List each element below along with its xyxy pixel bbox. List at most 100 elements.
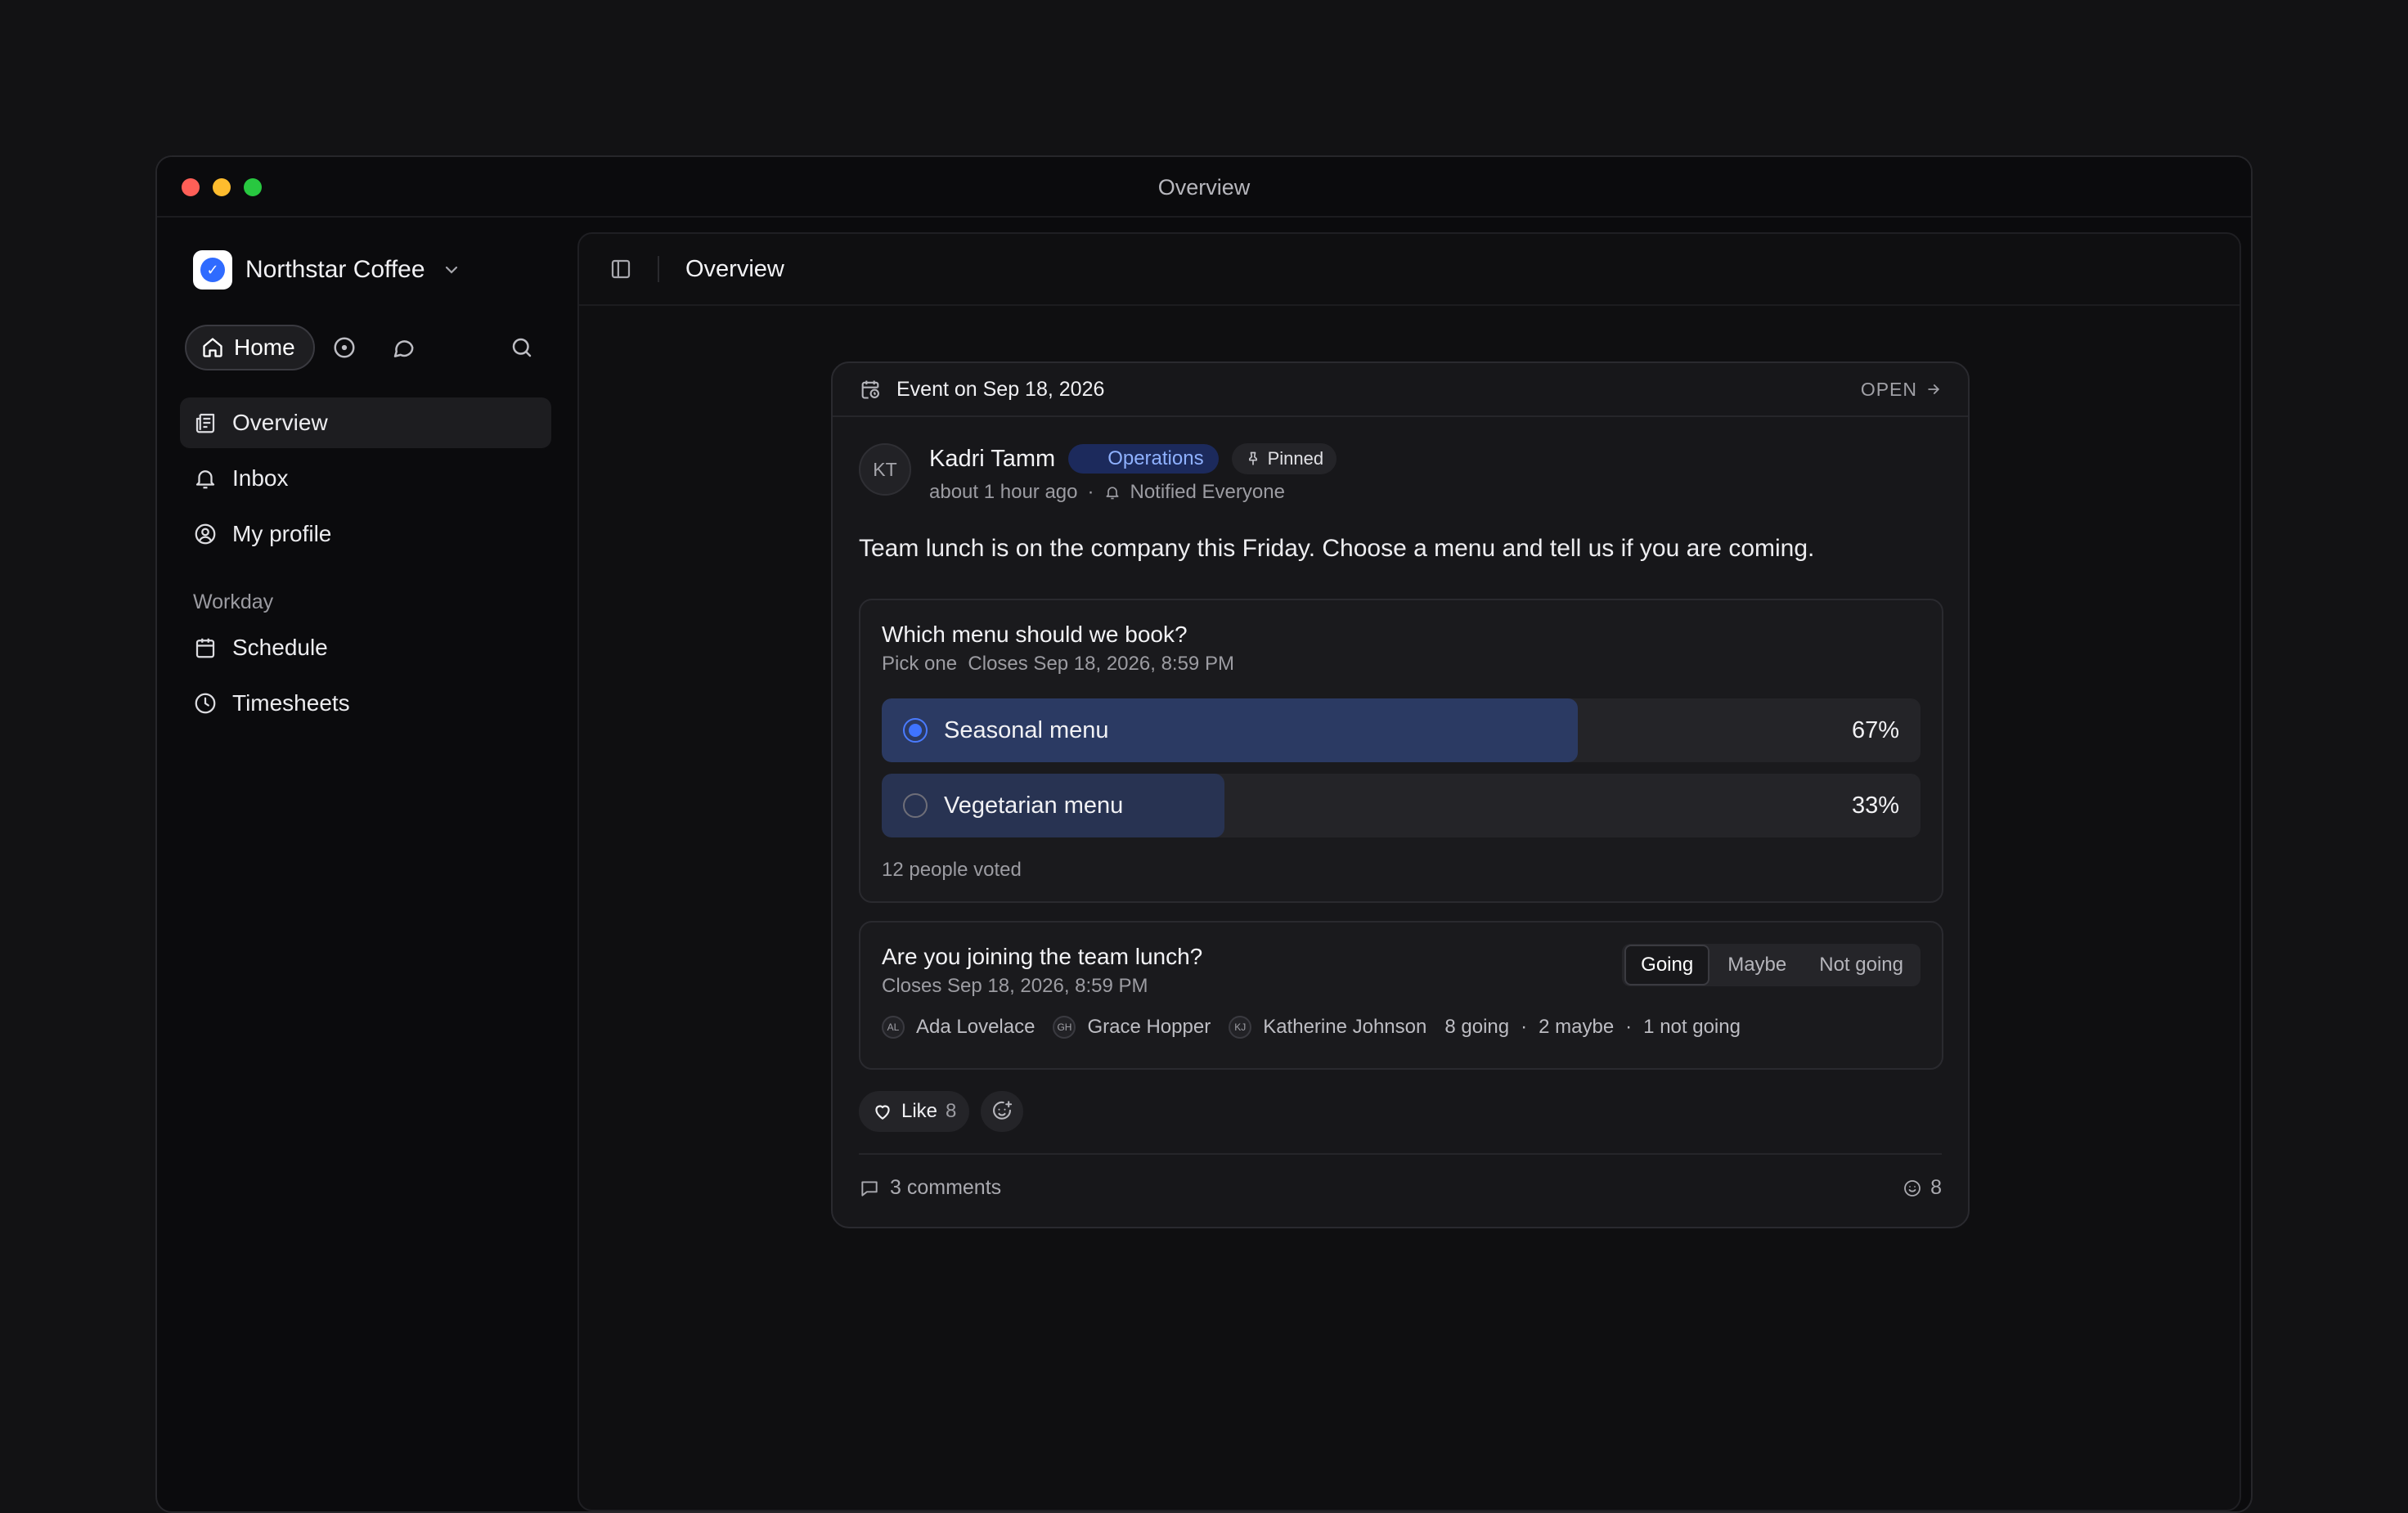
calendar-clock-icon: [861, 380, 879, 399]
author-name[interactable]: Kadri Tamm: [929, 446, 1055, 473]
going-count: 8 going: [1444, 1016, 1510, 1038]
app-window: Overview ✓ Northstar Coffee Home Overvie…: [155, 155, 2253, 1513]
sidebar-toggle-icon[interactable]: [609, 257, 633, 281]
post-actions: Like 8: [859, 1091, 1024, 1132]
chat-bubble-icon: [393, 340, 414, 357]
target-icon: [334, 337, 355, 358]
rsvp-going-button[interactable]: Going: [1624, 945, 1710, 985]
home-icon: [203, 338, 222, 357]
search-icon: [512, 338, 532, 357]
reactions-summary[interactable]: 8: [1903, 1176, 1942, 1200]
reactions-count: 8: [1930, 1176, 1942, 1199]
rsvp-maybe-button[interactable]: Maybe: [1713, 946, 1801, 984]
sidebar-item-schedule[interactable]: Schedule: [180, 622, 551, 673]
check-icon: ✓: [200, 258, 225, 282]
poll-mode: Pick one: [882, 653, 958, 675]
sidebar-item-inbox[interactable]: Inbox: [180, 453, 551, 504]
event-header: Event on Sep 18, 2026 OPEN: [833, 363, 1968, 417]
attendee-name[interactable]: Ada Lovelace: [916, 1016, 1035, 1039]
attendee-name[interactable]: Grace Hopper: [1087, 1016, 1211, 1039]
activity-button[interactable]: [315, 325, 374, 370]
attendee-name[interactable]: Katherine Johnson: [1263, 1016, 1426, 1039]
section-label-workday: Workday: [193, 590, 274, 613]
poll: Which menu should we book? Pick one Clos…: [859, 599, 1943, 903]
sidebar-item-label: Schedule: [232, 635, 328, 660]
rsvp-not-going-button[interactable]: Not going: [1804, 946, 1918, 984]
add-reaction-button[interactable]: [981, 1091, 1024, 1132]
not-going-count: 1 not going: [1643, 1016, 1741, 1038]
team-tag[interactable]: Operations: [1068, 444, 1219, 474]
poll-option-percent: 33%: [1851, 792, 1899, 819]
sidebar-item-my-profile[interactable]: My profile: [180, 509, 551, 559]
comments-count: 3 comments: [890, 1176, 1002, 1199]
sidebar: ✓ Northstar Coffee Home Overview Inbox M…: [157, 219, 574, 1511]
poll-option-vegetarian[interactable]: Vegetarian menu 33%: [882, 774, 1921, 837]
calendar-icon: [195, 638, 215, 658]
workspace-logo: ✓: [193, 250, 232, 290]
open-event-link[interactable]: OPEN: [1861, 379, 1942, 401]
pinned-badge: Pinned: [1231, 443, 1337, 474]
radio-unselected[interactable]: [903, 793, 928, 818]
workspace-name: Northstar Coffee: [245, 256, 425, 283]
post-body: Team lunch is on the company this Friday…: [859, 535, 1815, 562]
sidebar-item-label: My profile: [232, 521, 332, 546]
dot-separator: ·: [1521, 1016, 1528, 1038]
home-label: Home: [234, 334, 295, 360]
poll-option-seasonal[interactable]: Seasonal menu 67%: [882, 698, 1921, 762]
poll-subtitle: Pick one Closes Sep 18, 2026, 8:59 PM: [882, 653, 1921, 676]
event-date: Event on Sep 18, 2026: [896, 377, 1105, 401]
clock-icon: [195, 693, 216, 714]
post-author: KT Kadri Tamm Operations Pinned about 1 …: [859, 443, 1337, 504]
poll-option-label: Seasonal menu: [944, 716, 1109, 743]
sidebar-item-timesheets[interactable]: Timesheets: [180, 678, 551, 729]
notified-label: Notified Everyone: [1130, 481, 1285, 503]
home-button[interactable]: Home: [185, 325, 315, 370]
window-title: Overview: [1157, 175, 1251, 200]
like-button[interactable]: Like 8: [859, 1091, 970, 1132]
main-header: Overview: [579, 234, 2240, 306]
card-divider: [859, 1153, 1942, 1155]
bell-icon: [195, 470, 215, 489]
chevron-down-icon: [445, 266, 457, 274]
attendee-avatar: AL: [882, 1016, 905, 1039]
pin-icon: [1248, 451, 1257, 465]
post-meta: about 1 hour ago · Notified Everyone: [929, 481, 1337, 504]
title-bar: Overview: [157, 157, 2251, 218]
workspace-switcher[interactable]: ✓ Northstar Coffee: [193, 250, 461, 290]
poll-option-label: Vegetarian menu: [944, 792, 1124, 819]
sidebar-item-overview[interactable]: Overview: [180, 397, 551, 448]
attendee-list: AL Ada Lovelace GH Grace Hopper KJ Kathe…: [882, 1016, 1921, 1039]
like-count: 8: [946, 1100, 957, 1122]
dot-separator: ·: [1625, 1016, 1633, 1038]
search-button[interactable]: [492, 325, 551, 370]
pinned-label: Pinned: [1267, 448, 1324, 469]
attendee-avatar: GH: [1053, 1016, 1076, 1039]
newspaper-icon: [195, 413, 215, 433]
arrow-right-icon: [1928, 384, 1940, 394]
heart-icon: [875, 1105, 890, 1120]
time-ago: about 1 hour ago: [929, 481, 1078, 503]
sidebar-menu: Overview Inbox My profile Workday Schedu…: [180, 397, 551, 734]
sidebar-item-label: Inbox: [232, 465, 289, 491]
card-footer: 3 comments 8: [859, 1176, 1942, 1200]
comment-icon: [861, 1180, 878, 1196]
event-post-card: Event on Sep 18, 2026 OPEN KT Kadri Tamm…: [831, 361, 1970, 1228]
rsvp-segmented-control: Going Maybe Not going: [1622, 944, 1921, 986]
sidebar-item-label: Overview: [232, 410, 328, 435]
smiley-icon: [1904, 1179, 1921, 1196]
bell-icon: [1106, 487, 1118, 500]
main-panel: Overview Event on Sep 18, 2026 OPEN KT K…: [577, 232, 2241, 1511]
radio-selected[interactable]: [903, 718, 928, 743]
avatar[interactable]: KT: [859, 443, 911, 496]
poll-question: Which menu should we book?: [882, 622, 1188, 647]
attendee-avatar: KJ: [1229, 1016, 1252, 1039]
header-divider: [658, 256, 659, 282]
user-circle-icon: [195, 523, 216, 545]
comments-link[interactable]: 3 comments: [859, 1176, 1001, 1200]
rsvp-panel: Are you joining the team lunch? Closes S…: [859, 921, 1943, 1070]
sidebar-item-label: Timesheets: [232, 690, 350, 716]
smiley-plus-icon: [993, 1101, 1013, 1120]
maybe-count: 2 maybe: [1539, 1016, 1615, 1038]
quick-nav: Home: [185, 324, 551, 371]
messages-button[interactable]: [374, 325, 433, 370]
